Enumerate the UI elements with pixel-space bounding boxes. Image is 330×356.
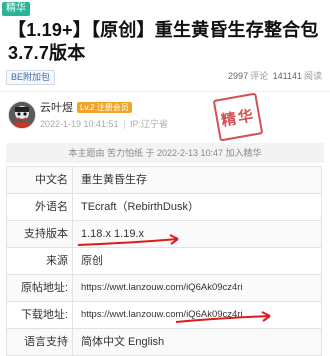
row-value: 原创: [81, 255, 103, 267]
table-row: 原帖地址: https://wwt.lanzouw.com/iQ6Ak09cz4…: [6, 275, 322, 302]
author-line: 云叶煜 Lv.2 注册会员: [40, 101, 132, 115]
row-value: 重生黄昏生存: [81, 174, 147, 186]
comment-label: 评论: [250, 71, 269, 81]
row-value: 简体中文 English: [81, 336, 165, 348]
divider: [0, 91, 330, 92]
table-row: 下载地址: https://wwt.lanzouw.com/iQ6Ak09cz4…: [6, 302, 322, 329]
download-url-link[interactable]: https://wwt.lanzouw.com/iQ6Ak09cz4ri: [73, 302, 321, 328]
ip-label: IP:: [129, 119, 141, 129]
featured-stamp: 精华: [212, 92, 264, 142]
view-count: 141141: [272, 71, 302, 81]
user-level-badge: Lv.2 注册会员: [77, 102, 132, 113]
author-name[interactable]: 云叶煜: [40, 102, 73, 114]
avatar-image-icon: [9, 102, 35, 128]
featured-note: 本主题由 苦力怕纸 于 2022-2-13 10:47 加入精华: [6, 143, 324, 163]
row-key: 外语名: [7, 194, 73, 220]
post-meta: 2022-1-19 10:41:51 | IP:辽宁省: [40, 119, 168, 129]
view-label: 阅读: [303, 71, 322, 81]
featured-badge: 精华: [2, 2, 30, 16]
category-tag[interactable]: BE附加包: [6, 70, 56, 85]
post-page: 精华 【1.19+】【原创】重生黄昏生存整合包3.7.7版本 BE附加包 299…: [0, 0, 330, 356]
row-value: 1.18.x 1.19.x: [81, 228, 144, 240]
post-stats: 2997 评论 141141 阅读: [226, 70, 322, 83]
row-key: 原帖地址:: [7, 275, 73, 301]
comment-count: 2997: [228, 71, 249, 81]
table-row: 外语名 TEcraft（RebirthDusk）: [6, 194, 322, 221]
table-row: 中文名 重生黄昏生存: [6, 167, 322, 194]
row-key: 中文名: [7, 167, 73, 193]
info-table: 中文名 重生黄昏生存 外语名 TEcraft（RebirthDusk） 支持版本…: [6, 166, 322, 356]
source-url-link[interactable]: https://wwt.lanzouw.com/iQ6Ak09cz4ri: [73, 275, 321, 301]
post-title: 【1.19+】【原创】重生黄昏生存整合包3.7.7版本: [8, 20, 319, 63]
table-row: 来源 原创: [6, 248, 322, 275]
row-key: 支持版本: [7, 221, 73, 247]
table-row: 支持版本 1.18.x 1.19.x: [6, 221, 322, 248]
ip-location: 辽宁省: [140, 119, 168, 129]
row-key: 来源: [7, 248, 73, 274]
row-key: 语言支持: [7, 329, 73, 355]
table-row: 语言支持 简体中文 English: [6, 329, 322, 356]
row-key: 下载地址:: [7, 302, 73, 328]
row-value: TEcraft（RebirthDusk）: [81, 201, 199, 213]
post-datetime: 2022-1-19 10:41:51: [40, 119, 119, 129]
avatar[interactable]: [8, 101, 36, 129]
